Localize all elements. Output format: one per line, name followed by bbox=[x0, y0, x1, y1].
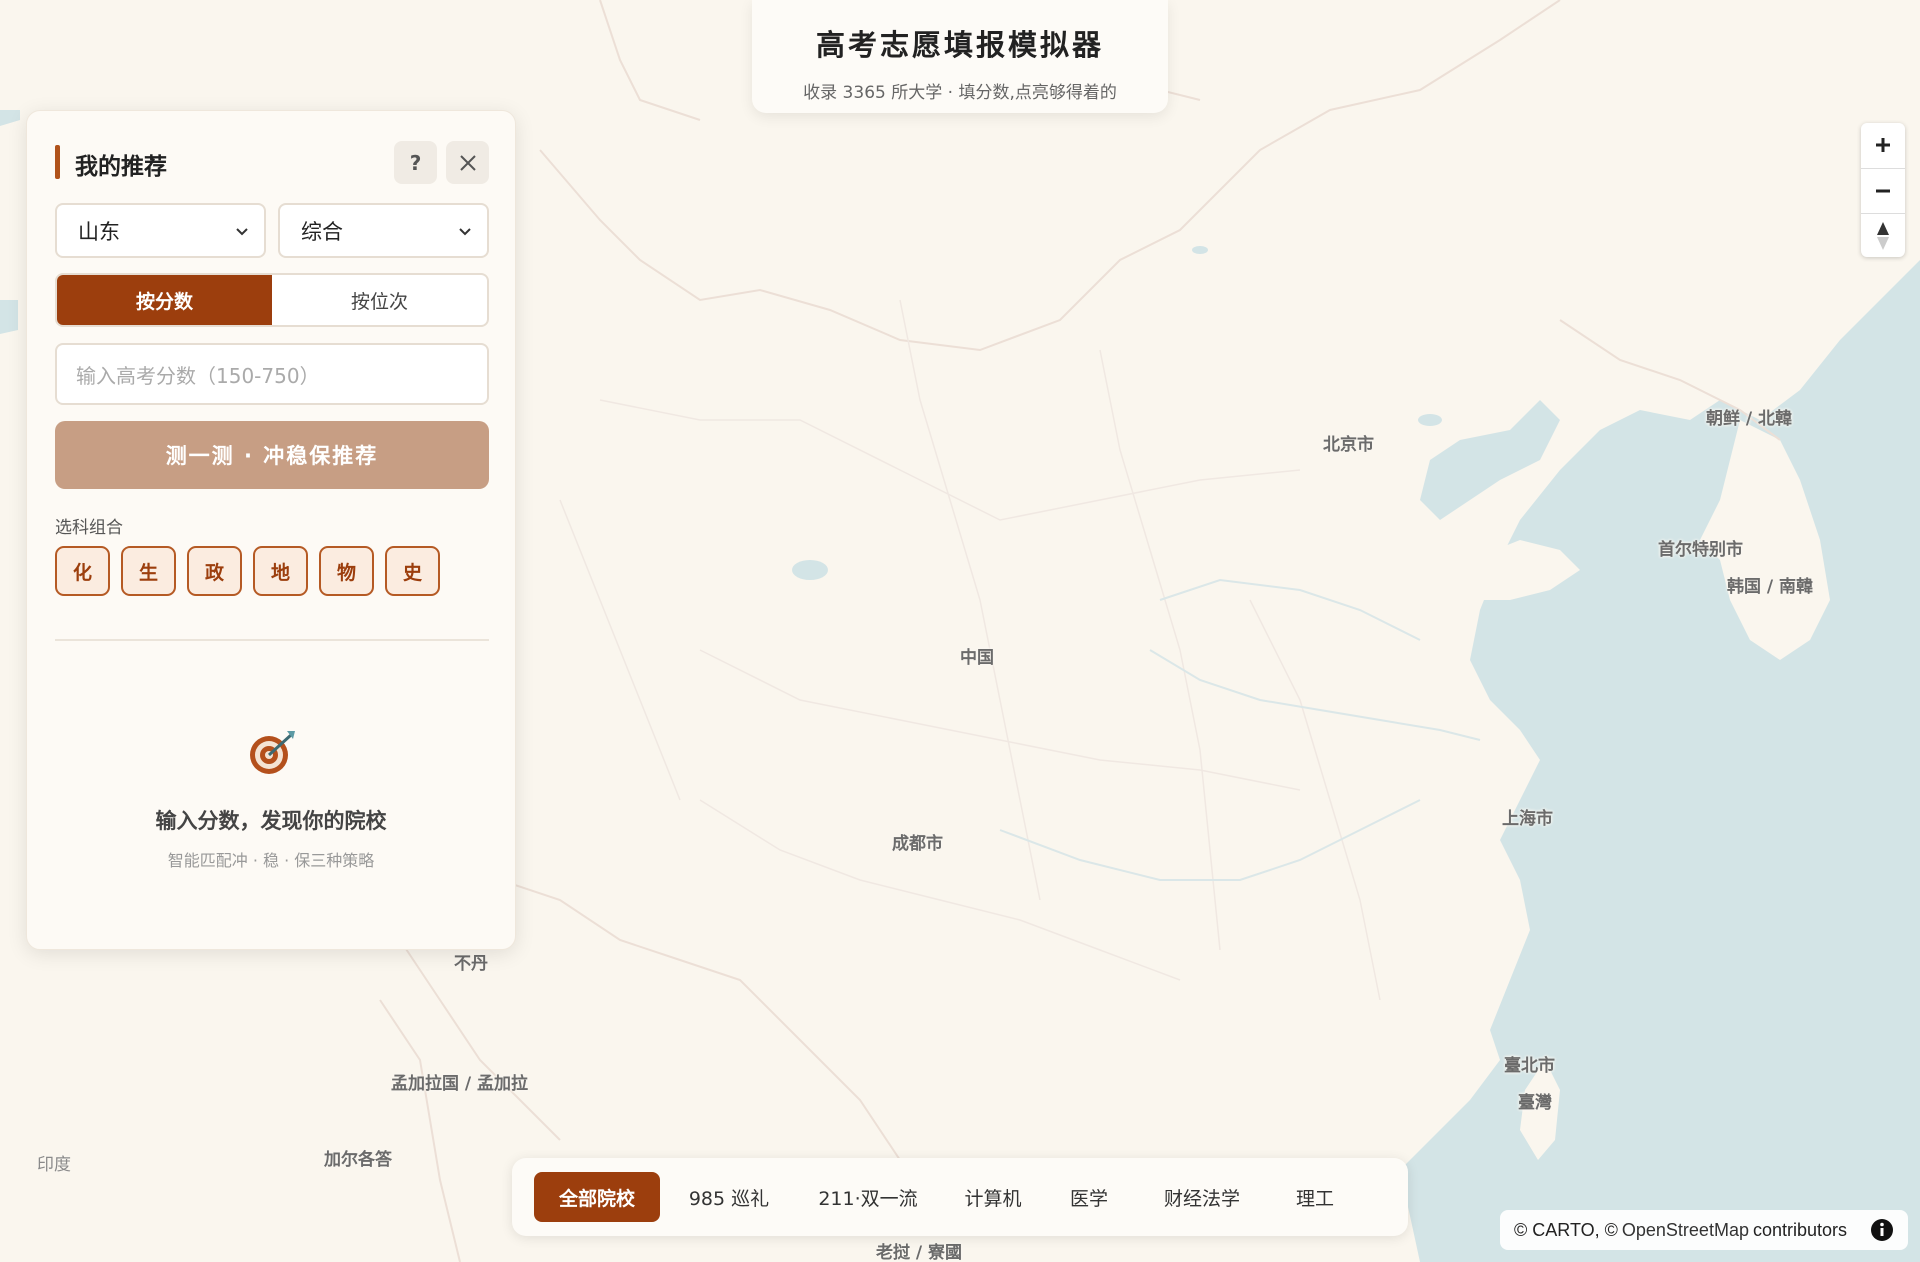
province-value: 山东 bbox=[78, 219, 120, 244]
target-icon bbox=[250, 731, 295, 774]
filter-985[interactable]: 985 巡礼 bbox=[674, 1172, 784, 1222]
page-title: 高考志愿填报模拟器 bbox=[815, 28, 1104, 62]
zoom-control bbox=[1861, 123, 1905, 257]
close-button[interactable] bbox=[446, 141, 489, 184]
filter-all[interactable]: 全部院校 bbox=[534, 1172, 660, 1222]
chevron-down-icon bbox=[236, 228, 248, 236]
help-button[interactable]: ? bbox=[394, 141, 437, 184]
filter-computer[interactable]: 计算机 bbox=[948, 1172, 1038, 1222]
tab-by-rank[interactable]: 按位次 bbox=[272, 275, 487, 325]
filter-science-engineering[interactable]: 理工 bbox=[1278, 1172, 1352, 1222]
empty-state-title: 输入分数，发现你的院校 bbox=[155, 809, 387, 833]
recommend-panel: 我的推荐 ? 山东 综合 按分数 按位次 输入高考分数（150-750） 测一测… bbox=[26, 110, 516, 950]
subject-chips: 化 生 政 地 物 史 bbox=[55, 546, 440, 596]
score-placeholder: 输入高考分数（150-750） bbox=[76, 363, 320, 388]
zoom-out-button[interactable] bbox=[1861, 168, 1905, 212]
empty-state-subtitle: 智能匹配冲 · 稳 · 保三种策略 bbox=[167, 851, 375, 870]
subject-chip-biology[interactable]: 生 bbox=[121, 546, 176, 596]
divider bbox=[55, 639, 489, 641]
category-filter-bar: 全部院校 985 巡礼 211·双一流 计算机 医学 财经法学 理工 bbox=[512, 1158, 1408, 1236]
subject-chip-physics[interactable]: 物 bbox=[319, 546, 374, 596]
panel-header: 我的推荐 ? bbox=[55, 141, 489, 184]
chevron-down-icon bbox=[459, 228, 471, 236]
map-label-chengdu: 成都市 bbox=[892, 834, 943, 854]
map-label-bangladesh: 孟加拉国 / 孟加拉 bbox=[391, 1074, 529, 1094]
map-attribution: © CARTO, © OpenStreetMap contributors bbox=[1500, 1210, 1908, 1250]
filter-211[interactable]: 211·双一流 bbox=[802, 1172, 934, 1222]
compass-icon bbox=[1877, 221, 1889, 250]
map-label-bhutan: 不丹 bbox=[454, 954, 488, 974]
filter-medicine[interactable]: 医学 bbox=[1052, 1172, 1126, 1222]
attribution-prefix: © CARTO, © bbox=[1514, 1219, 1618, 1240]
map-label-seoul: 首尔特别市 bbox=[1658, 540, 1743, 560]
map-label-north-korea: 朝鲜 / 北韓 bbox=[1706, 409, 1793, 429]
subject-chip-chemistry[interactable]: 化 bbox=[55, 546, 110, 596]
info-icon[interactable] bbox=[1870, 1218, 1894, 1242]
map-label-beijing: 北京市 bbox=[1323, 435, 1374, 455]
map-label-taiwan: 臺灣 bbox=[1518, 1093, 1552, 1113]
map-label-laos: 老挝 / 寮國 bbox=[876, 1243, 963, 1262]
attribution-suffix: contributors bbox=[1752, 1219, 1848, 1240]
osm-link[interactable]: OpenStreetMap bbox=[1622, 1220, 1749, 1241]
stream-select[interactable]: 综合 bbox=[278, 203, 489, 258]
map-label-shanghai: 上海市 bbox=[1502, 809, 1553, 829]
title-card: 高考志愿填报模拟器 收录 3365 所大学 · 填分数,点亮够得着的 bbox=[752, 0, 1168, 113]
reset-north-button[interactable] bbox=[1861, 213, 1905, 257]
filter-finance-law[interactable]: 财经法学 bbox=[1140, 1172, 1264, 1222]
subject-chip-history[interactable]: 史 bbox=[385, 546, 440, 596]
zoom-in-icon bbox=[1876, 138, 1890, 152]
panel-title: 我的推荐 bbox=[75, 154, 167, 180]
zoom-out-icon bbox=[1876, 189, 1890, 192]
tab-by-score[interactable]: 按分数 bbox=[57, 275, 272, 325]
subjects-label: 选科组合 bbox=[55, 518, 123, 538]
subject-chip-politics[interactable]: 政 bbox=[187, 546, 242, 596]
map-label-kolkata: 加尔各答 bbox=[324, 1150, 392, 1170]
mode-toggle: 按分数 按位次 bbox=[55, 273, 489, 327]
map-label-taipei: 臺北市 bbox=[1504, 1056, 1555, 1076]
province-select[interactable]: 山东 bbox=[55, 203, 266, 258]
map-label-china: 中国 bbox=[960, 648, 994, 668]
close-icon bbox=[459, 154, 476, 171]
stream-value: 综合 bbox=[301, 219, 343, 244]
page-subtitle: 收录 3365 所大学 · 填分数,点亮够得着的 bbox=[803, 83, 1117, 103]
score-input[interactable]: 输入高考分数（150-750） bbox=[55, 343, 489, 405]
subject-chip-geography[interactable]: 地 bbox=[253, 546, 308, 596]
map-label-south-korea: 韩国 / 南韓 bbox=[1727, 577, 1814, 597]
recommend-button[interactable]: 测一测 · 冲稳保推荐 bbox=[55, 421, 489, 489]
map-label-india: 印度 bbox=[37, 1155, 71, 1175]
title-accent-bar bbox=[55, 145, 60, 179]
zoom-in-button[interactable] bbox=[1861, 123, 1905, 167]
